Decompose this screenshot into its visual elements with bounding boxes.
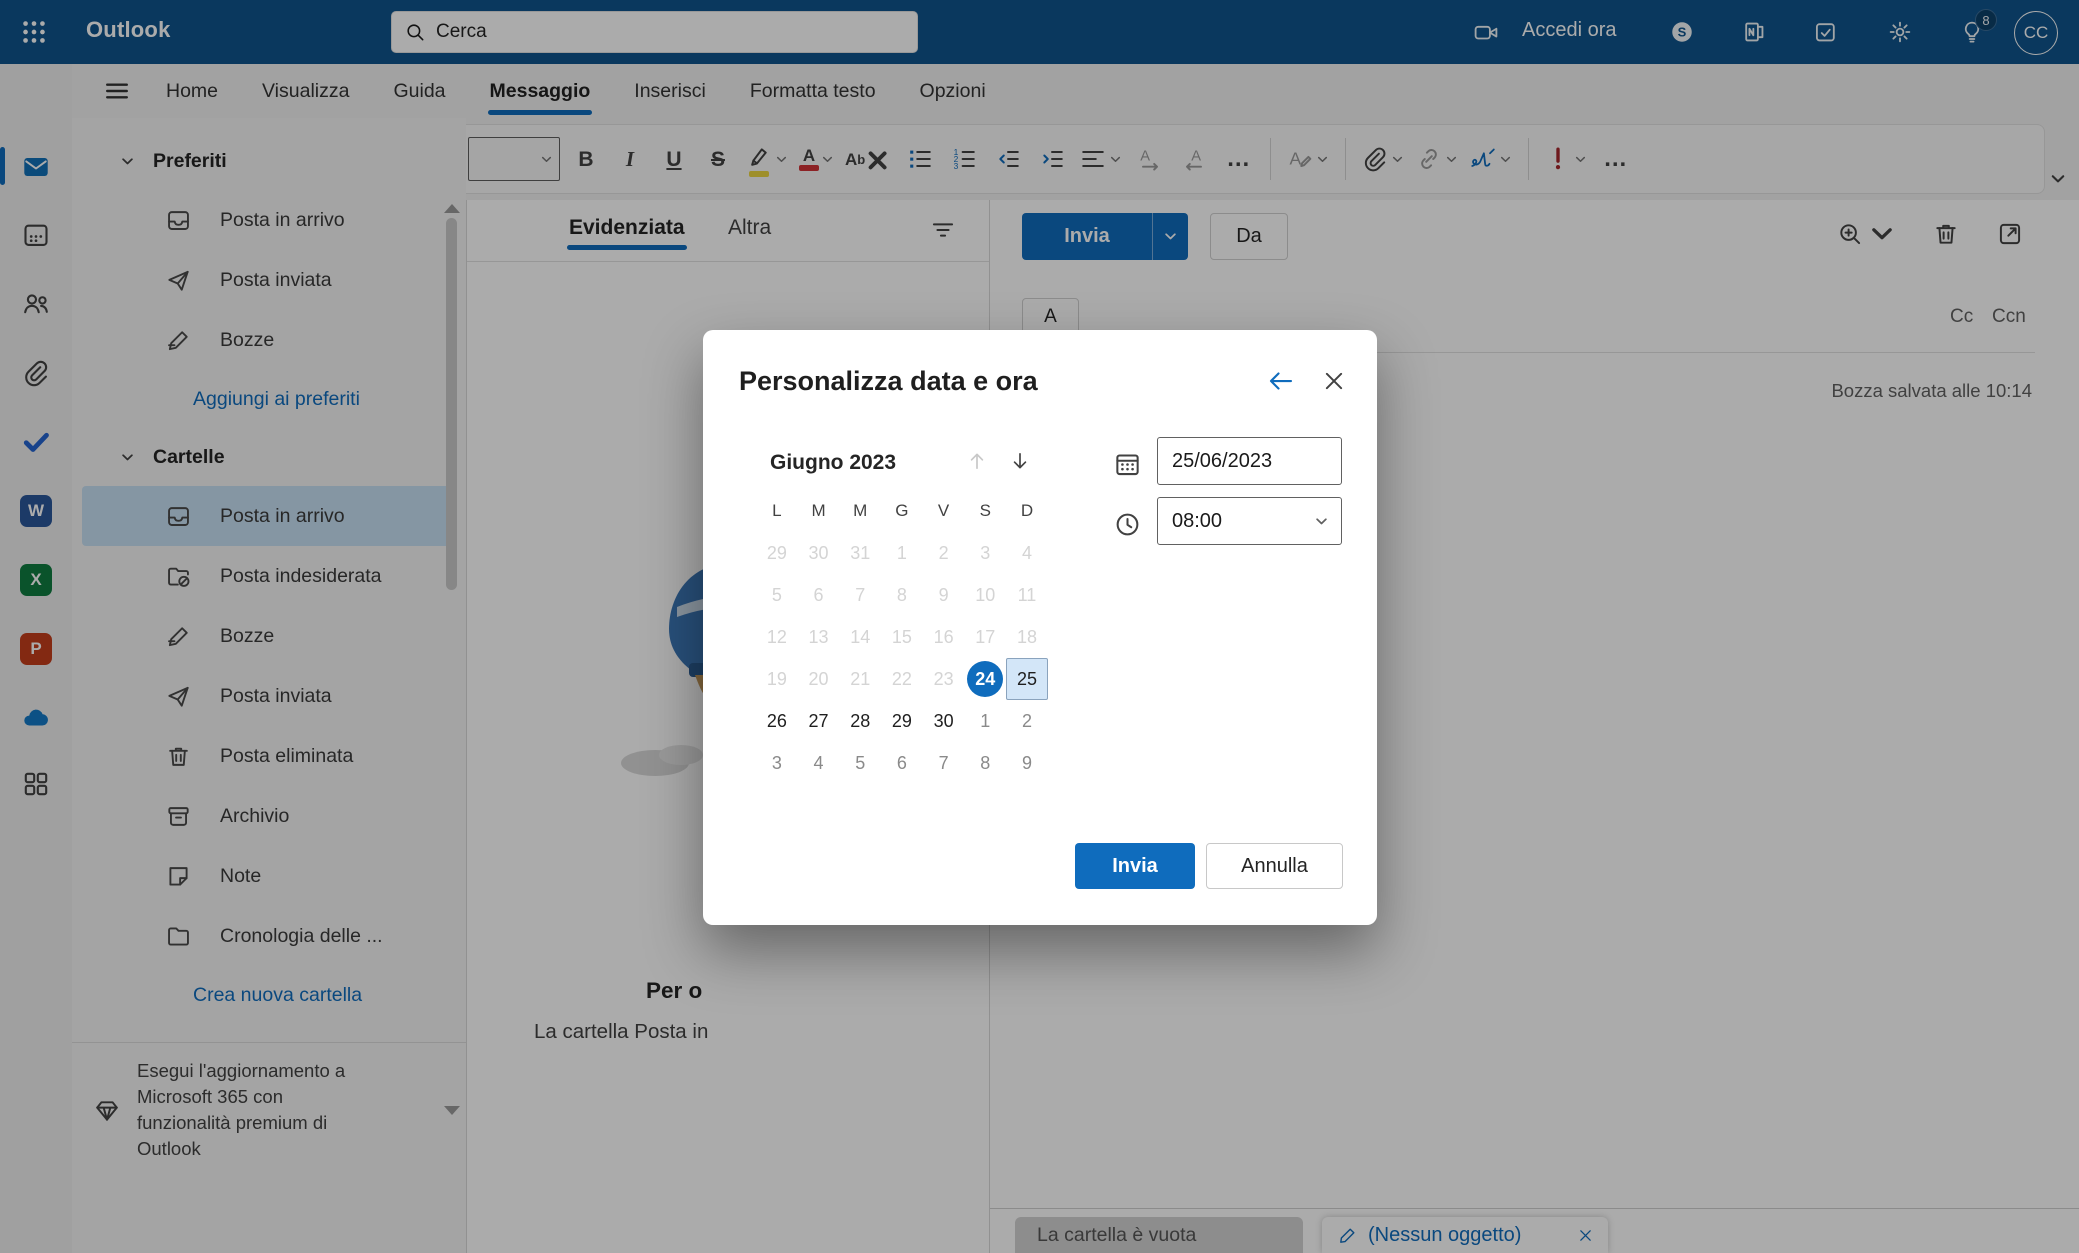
date-picker-icon (1113, 450, 1142, 479)
calendar-day[interactable]: 2 (923, 532, 965, 574)
calendar-day[interactable]: 30 (923, 700, 965, 742)
calendar-day[interactable]: 17 (964, 616, 1006, 658)
calendar-day[interactable]: 5 (756, 574, 798, 616)
weekday-label: L (756, 490, 798, 532)
calendar-day[interactable]: 22 (881, 658, 923, 700)
calendar-day[interactable]: 12 (756, 616, 798, 658)
calendar-day[interactable]: 6 (881, 742, 923, 784)
calendar-prev-month-icon[interactable] (965, 449, 989, 473)
calendar-day[interactable]: 3 (756, 742, 798, 784)
calendar-day[interactable]: 9 (1006, 742, 1048, 784)
calendar-day[interactable]: 26 (756, 700, 798, 742)
calendar-day-selected[interactable]: 24 (964, 658, 1006, 700)
calendar-day[interactable]: 5 (839, 742, 881, 784)
calendar-day[interactable]: 4 (1006, 532, 1048, 574)
calendar-day[interactable]: 1 (964, 700, 1006, 742)
dialog-title: Personalizza data e ora (739, 366, 1038, 397)
calendar-day[interactable]: 3 (964, 532, 1006, 574)
calendar-day[interactable]: 8 (881, 574, 923, 616)
calendar-day[interactable]: 1 (881, 532, 923, 574)
calendar-day[interactable]: 29 (881, 700, 923, 742)
calendar-day[interactable]: 13 (798, 616, 840, 658)
calendar-month-label: Giugno 2023 (770, 451, 896, 475)
calendar-day[interactable]: 6 (798, 574, 840, 616)
calendar-day[interactable]: 28 (839, 700, 881, 742)
weekday-label: M (798, 490, 840, 532)
weekday-label: V (923, 490, 965, 532)
calendar-day[interactable]: 9 (923, 574, 965, 616)
calendar-day[interactable]: 16 (923, 616, 965, 658)
calendar-day-today[interactable]: 25 (1006, 658, 1048, 700)
calendar-weekday-row: LMMGVSD (756, 490, 1048, 532)
calendar-day[interactable]: 7 (839, 574, 881, 616)
close-icon[interactable] (1321, 368, 1347, 394)
calendar-day[interactable]: 30 (798, 532, 840, 574)
time-select[interactable]: 08:00 (1157, 497, 1342, 545)
calendar-day[interactable]: 21 (839, 658, 881, 700)
calendar-day[interactable]: 31 (839, 532, 881, 574)
weekday-label: S (964, 490, 1006, 532)
calendar-day[interactable]: 14 (839, 616, 881, 658)
back-icon[interactable] (1266, 366, 1296, 396)
calendar-day[interactable]: 11 (1006, 574, 1048, 616)
calendar-day[interactable]: 27 (798, 700, 840, 742)
calendar-day[interactable]: 29 (756, 532, 798, 574)
time-value: 08:00 (1172, 510, 1222, 533)
calendar-day[interactable]: 10 (964, 574, 1006, 616)
calendar-day[interactable]: 19 (756, 658, 798, 700)
date-input[interactable]: 25/06/2023 (1157, 437, 1342, 485)
calendar-day[interactable]: 20 (798, 658, 840, 700)
calendar-day[interactable]: 23 (923, 658, 965, 700)
weekday-label: M (839, 490, 881, 532)
calendar-day[interactable]: 4 (798, 742, 840, 784)
dialog-cancel-button[interactable]: Annulla (1206, 843, 1343, 889)
weekday-label: D (1006, 490, 1048, 532)
calendar-day[interactable]: 7 (923, 742, 965, 784)
dialog-send-button[interactable]: Invia (1075, 843, 1195, 889)
chevron-down-icon (1314, 514, 1329, 529)
calendar-day[interactable]: 15 (881, 616, 923, 658)
calendar-grid: 2930311234567891011121314151617181920212… (756, 532, 1048, 784)
calendar-day[interactable]: 8 (964, 742, 1006, 784)
calendar-day[interactable]: 2 (1006, 700, 1048, 742)
time-picker-icon (1113, 510, 1142, 539)
calendar-next-month-icon[interactable] (1008, 449, 1032, 473)
calendar-day[interactable]: 18 (1006, 616, 1048, 658)
weekday-label: G (881, 490, 923, 532)
schedule-send-dialog: Personalizza data e ora Giugno 2023 LMMG… (703, 330, 1377, 925)
